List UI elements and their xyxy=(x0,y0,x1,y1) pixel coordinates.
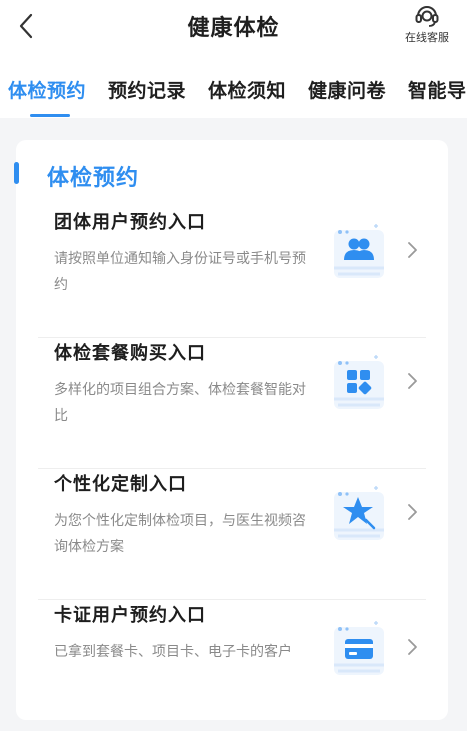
section-accent-bar xyxy=(14,162,19,184)
star-customize-icon xyxy=(334,486,384,540)
page-title: 健康体检 xyxy=(187,16,280,41)
divider xyxy=(38,599,426,600)
entry-package-purchase[interactable]: 体检套餐购买入口 多样化的项目组合方案、体检套餐智能对比 xyxy=(38,339,426,469)
entry-title: 团体用户预约入口 xyxy=(54,212,206,233)
divider xyxy=(38,337,426,338)
chevron-right-icon xyxy=(408,373,417,389)
online-service-button[interactable]: 在线客服 xyxy=(401,2,453,50)
entry-title: 个性化定制入口 xyxy=(54,474,187,495)
booking-card: 体检预约 团体用户预约入口 请按照单位通知输入身份证号或手机号预约 体检套餐购买… xyxy=(14,140,448,720)
headset-icon xyxy=(415,6,439,27)
tab-records[interactable]: 预约记录 xyxy=(108,76,186,103)
entry-title: 卡证用户预约入口 xyxy=(54,605,206,626)
chevron-right-icon xyxy=(408,504,417,520)
tab-booking[interactable]: 体检预约 xyxy=(8,76,86,103)
active-tab-indicator xyxy=(30,114,70,117)
entry-card-holder[interactable]: 卡证用户预约入口 已拿到套餐卡、项目卡、电子卡的客户 xyxy=(38,601,426,731)
entry-group-booking[interactable]: 团体用户预约入口 请按照单位通知输入身份证号或手机号预约 xyxy=(38,208,426,338)
tab-smart-guide[interactable]: 智能导 xyxy=(408,76,467,103)
entry-description: 请按照单位通知输入身份证号或手机号预约 xyxy=(54,251,306,293)
chevron-right-icon xyxy=(408,242,417,258)
tab-questionnaire[interactable]: 健康问卷 xyxy=(308,76,386,103)
entry-description: 已拿到套餐卡、项目卡、电子卡的客户 xyxy=(54,644,292,660)
entry-title: 体检套餐购买入口 xyxy=(54,343,206,364)
online-service-label: 在线客服 xyxy=(405,31,449,44)
entry-description: 多样化的项目组合方案、体检套餐智能对比 xyxy=(54,382,306,424)
chevron-right-icon xyxy=(408,639,417,655)
entry-description: 为您个性化定制体检项目，与医生视频咨询体检方案 xyxy=(54,513,306,555)
entry-personalized[interactable]: 个性化定制入口 为您个性化定制体检项目，与医生视频咨询体检方案 xyxy=(38,470,426,600)
top-bar: 健康体检 在线客服 xyxy=(0,0,467,60)
tab-bar: 体检预约 预约记录 体检须知 健康问卷 智能导 xyxy=(0,60,467,118)
tab-notice[interactable]: 体检须知 xyxy=(208,76,286,103)
divider xyxy=(38,468,426,469)
group-users-icon xyxy=(334,224,384,278)
package-grid-icon xyxy=(334,355,384,409)
card-icon xyxy=(334,621,384,675)
section-title: 体检预约 xyxy=(47,166,140,191)
